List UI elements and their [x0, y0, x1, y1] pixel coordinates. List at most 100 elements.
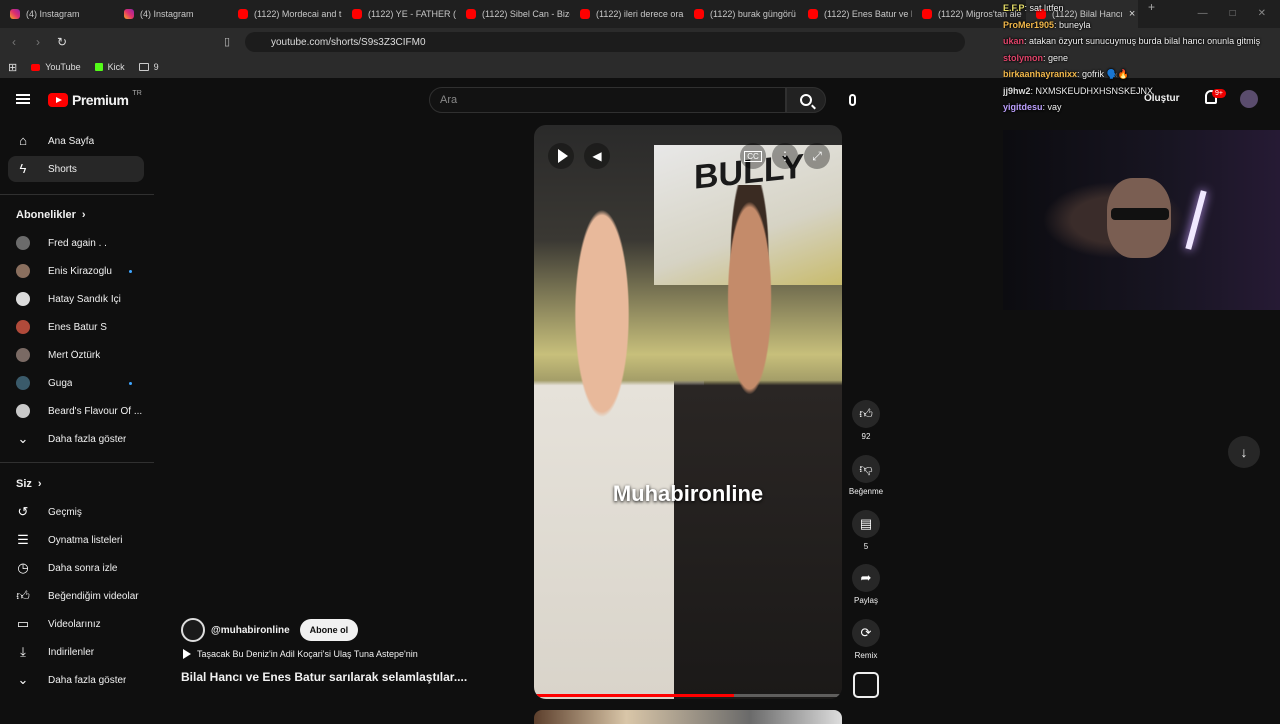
sidebar-item-label: Daha fazla göster — [48, 433, 127, 445]
tab-label: (1122) burak güngörü — [710, 9, 796, 19]
chat-username: ukan — [1003, 36, 1025, 46]
bookmark-icon[interactable]: ▯ — [224, 35, 230, 48]
browser-tab[interactable]: (1122) Mordecai and t — [228, 0, 342, 28]
back-icon[interactable]: ‹ — [4, 35, 24, 49]
tab-label: (1122) Enes Batur ve M — [824, 9, 912, 19]
youtube-icon — [808, 9, 818, 19]
bookmark-folder[interactable]: 9 — [138, 62, 159, 72]
chat-message: ProMer1905: buneyla — [1003, 17, 1280, 34]
sidebar-item-label: Mert Öztürk — [48, 349, 101, 361]
channel-name[interactable]: @muhabironline — [211, 625, 290, 636]
light-tube — [1185, 190, 1207, 250]
subscribe-button[interactable]: Abone ol — [299, 619, 359, 641]
sidebar-item-you[interactable]: ↺ Geçmiş — [8, 499, 144, 525]
video-watermark: Muhabironline — [612, 481, 764, 506]
chat-message: stolymon: gene — [1003, 50, 1280, 67]
sidebar-item-you[interactable]: ◷ Daha sonra izle — [8, 555, 144, 581]
comment-icon[interactable]: ▤ — [852, 510, 880, 538]
sidebar-subscription[interactable]: Enis Kirazoglu — [8, 258, 144, 284]
sidebar-item-label: Guga — [48, 377, 73, 389]
subscriptions-heading[interactable]: Abonelikler › — [16, 209, 86, 221]
channel-avatar — [16, 348, 30, 362]
video-progress-bar[interactable] — [534, 694, 842, 697]
sidebar-item-label: Beğendiğim videolar — [48, 590, 139, 602]
bookmark-youtube[interactable]: YouTube — [31, 62, 81, 72]
chat-message: birkaanhayranixx: gofrik 🗣️🔥 — [1003, 66, 1280, 83]
sidebar-subscription[interactable]: Guga — [8, 370, 144, 396]
captions-button[interactable]: CC — [740, 143, 766, 169]
music-row[interactable]: Taşacak Bu Deniz'in Adil Koçari'si Ulaş … — [183, 649, 418, 659]
browser-tab[interactable]: (4) Instagram — [114, 0, 228, 28]
bookmark-kick[interactable]: Kick — [94, 62, 125, 72]
like-icon[interactable]: 👍︎ — [852, 400, 880, 428]
sidebar-subscription[interactable]: Enes Batur S — [8, 314, 144, 340]
reload-icon[interactable]: ↻ — [52, 35, 72, 49]
sidebar-item-home[interactable]: ⌂ Ana Sayfa — [8, 128, 144, 154]
sidebar-item-shorts[interactable]: ϟ Shorts — [8, 156, 144, 182]
play-button[interactable] — [548, 143, 574, 169]
browser-tab[interactable]: (1122) YE - FATHER (fe — [342, 0, 456, 28]
volume-button[interactable]: ◀ — [584, 143, 610, 169]
youtube-icon — [31, 63, 41, 71]
sidebar-item-label: İndirilenler — [48, 646, 95, 658]
shorts-icon: ϟ — [19, 161, 27, 176]
like-count: 92 — [861, 432, 871, 441]
sidebar-subscription[interactable]: Mert Öztürk — [8, 342, 144, 368]
sidebar-item-you[interactable]: ⌄ Daha fazla göster — [8, 667, 144, 693]
chevron-down-icon: ⌄ — [17, 431, 29, 446]
tab-label: (1122) ileri derece oral — [596, 9, 684, 19]
chat-text: : gofrik 🗣️🔥 — [1077, 69, 1129, 79]
voice-search-button[interactable] — [840, 87, 864, 113]
music-text: Taşacak Bu Deniz'in Adil Koçari'si Ulaş … — [197, 649, 418, 659]
dislike-action[interactable]: 👎︎ Beğenme — [848, 455, 884, 496]
url-text: youtube.com/shorts/S9s3Z3CIFM0 — [271, 36, 426, 48]
tab-label: (1122) YE - FATHER (fe — [368, 9, 456, 19]
menu-icon[interactable] — [16, 94, 30, 104]
sidebar-subscription[interactable]: Fred again . . — [8, 230, 144, 256]
apps-icon[interactable]: ⊞ — [8, 61, 17, 74]
dislike-icon[interactable]: 👎︎ — [852, 455, 880, 483]
chat-message: ukan: atakan özyurt sunucuymuş burda bil… — [1003, 33, 1280, 50]
sidebar-item-you[interactable]: ☰ Oynatma listeleri — [8, 527, 144, 553]
sidebar-show-more[interactable]: ⌄ Daha fazla göster — [8, 426, 144, 452]
like-action[interactable]: 👍︎ 92 — [848, 400, 884, 441]
channel-avatar — [16, 264, 30, 278]
share-icon[interactable]: ➦ — [852, 564, 880, 592]
browser-tab[interactable]: (4) Instagram — [0, 0, 114, 28]
comment-action[interactable]: ▤ 5 — [848, 510, 884, 551]
share-action[interactable]: ➦ Paylaş — [848, 564, 884, 605]
microphone-icon — [848, 94, 856, 106]
url-field[interactable]: youtube.com/shorts/S9s3Z3CIFM0 — [245, 32, 965, 52]
volume-icon: ◀ — [592, 149, 602, 163]
sidebar-item-you[interactable]: ⤓ İndirilenler — [8, 639, 144, 665]
forward-icon[interactable]: › — [28, 35, 48, 49]
you-heading[interactable]: Siz › — [16, 478, 42, 490]
sidebar-item-label: Videolarınız — [48, 618, 101, 630]
next-short-preview[interactable] — [534, 710, 842, 724]
sidebar-item-you[interactable]: 👍︎ Beğendiğim videolar — [8, 583, 144, 609]
sound-avatar[interactable] — [853, 672, 879, 698]
remix-icon[interactable]: ⟳ — [852, 619, 880, 647]
more-options-button[interactable]: ⋮ — [772, 143, 798, 169]
browser-tab[interactable]: (1122) Enes Batur ve M — [798, 0, 912, 28]
chat-message: E.F.P: sat lıtfen — [1003, 0, 1280, 17]
sidebar-item-you[interactable]: ▭ Videolarınız — [8, 611, 144, 637]
channel-mini-avatar[interactable] — [848, 672, 884, 698]
sidebar-subscription[interactable]: Beard's Flavour Of ... — [8, 398, 144, 424]
search-button[interactable] — [786, 87, 826, 113]
sidebar-subscription[interactable]: Hatay Sandık İçi — [8, 286, 144, 312]
channel-avatar[interactable] — [181, 618, 205, 642]
browser-tab[interactable]: (1122) Sibel Can - Bize — [456, 0, 570, 28]
kick-icon — [94, 63, 103, 71]
youtube-premium-logo[interactable]: Premium TR — [48, 90, 142, 108]
browser-tab[interactable]: (1122) ileri derece oral — [570, 0, 684, 28]
remix-action[interactable]: ⟳ Remix — [848, 619, 884, 660]
chat-text: : NXMSKEUDHXHSNSKEJNX — [1030, 85, 1154, 96]
fullscreen-button[interactable]: ⤢ — [804, 143, 830, 169]
short-title[interactable]: Bilal Hancı ve Enes Batur sarılarak sela… — [181, 670, 467, 684]
browser-tab[interactable]: (1122) burak güngörü — [684, 0, 798, 28]
sidebar-item-label: Enes Batur S — [48, 321, 107, 333]
search-input[interactable]: Ara — [429, 87, 786, 113]
next-short-button[interactable]: ↓ — [1228, 436, 1260, 468]
short-video-player[interactable]: BULLY Muhabironline ◀ CC ⋮ ⤢ — [534, 125, 842, 699]
